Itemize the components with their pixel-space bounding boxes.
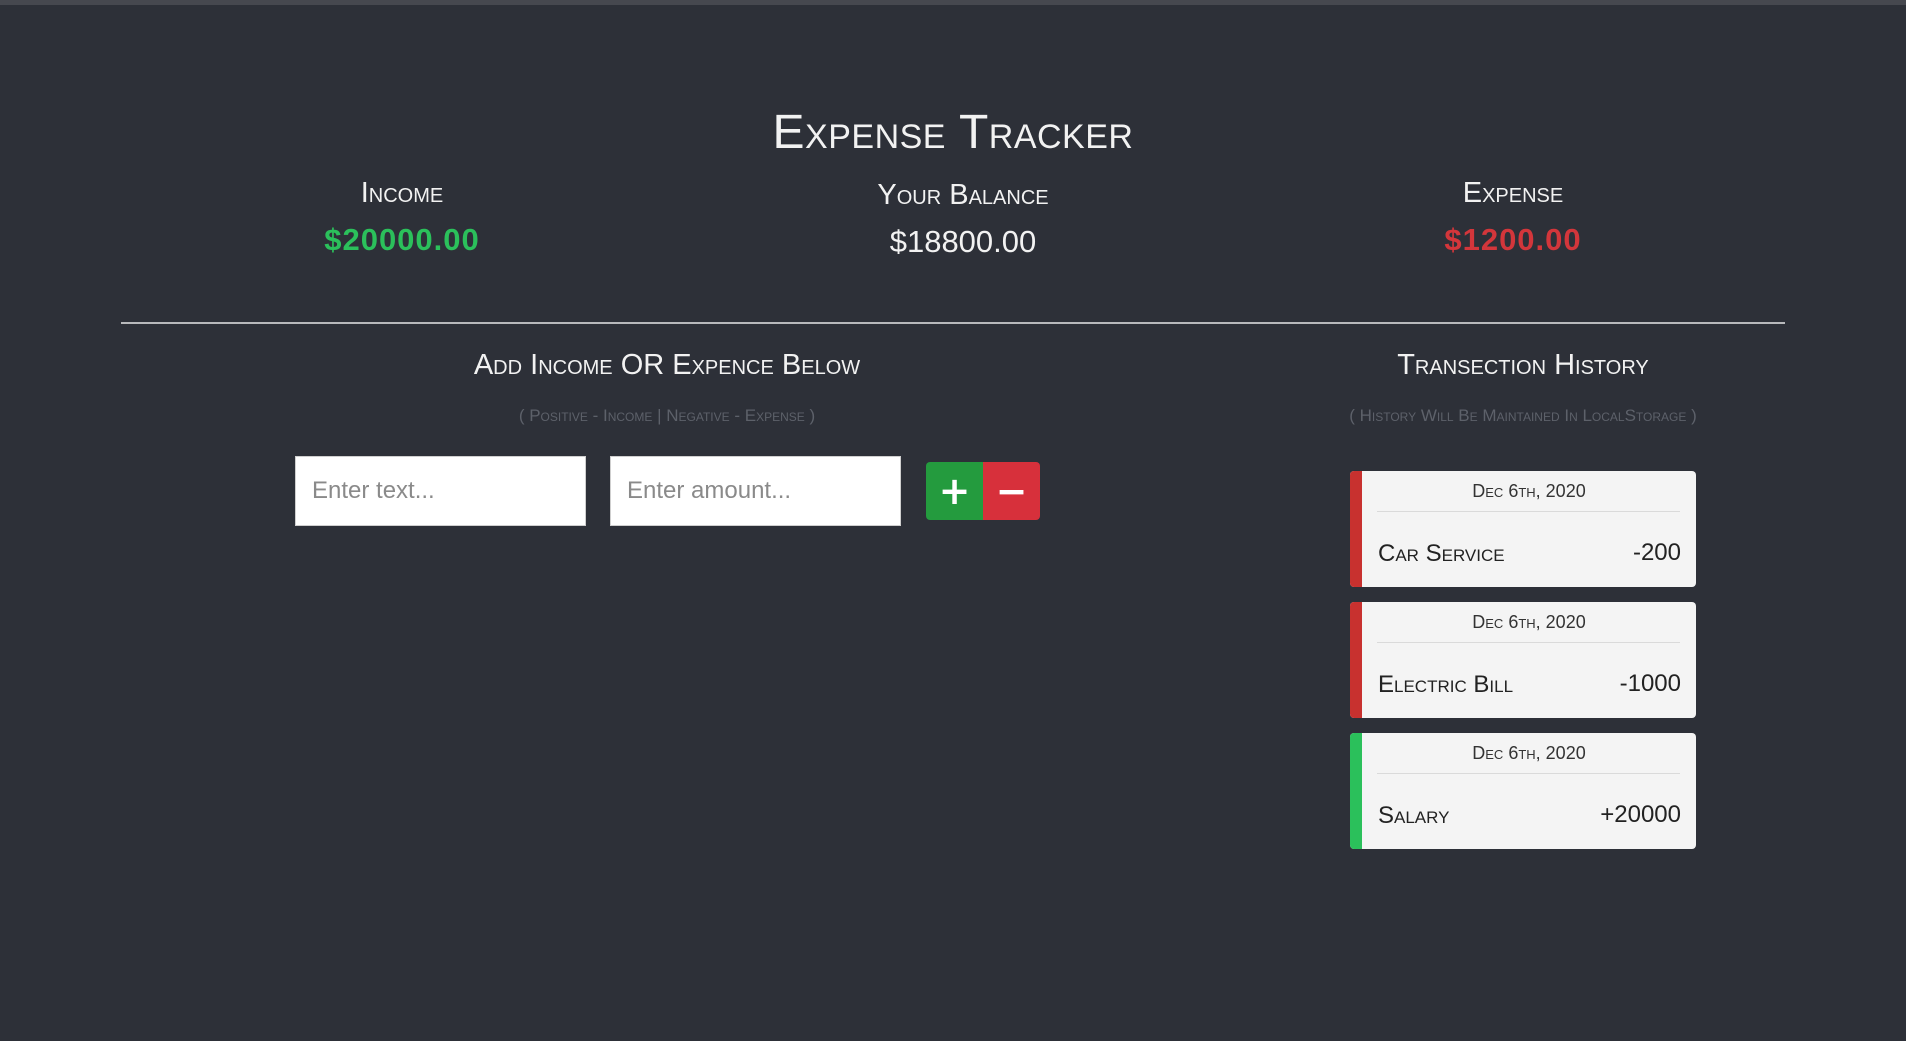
add-expense-button[interactable]: − bbox=[983, 462, 1040, 520]
balance-label: Your Balance bbox=[877, 179, 1049, 211]
transaction-amount: -1000 bbox=[1619, 670, 1681, 697]
transaction-date: Dec 6th, 2020 bbox=[1472, 481, 1586, 501]
transaction-amount: +20000 bbox=[1600, 801, 1681, 828]
window-top-edge bbox=[0, 0, 1906, 5]
expense-indicator bbox=[1350, 471, 1362, 587]
add-section-title: Add Income OR Expence Below bbox=[473, 349, 861, 381]
expense-amount: $1200.00 bbox=[1444, 222, 1582, 257]
transaction-date: Dec 6th, 2020 bbox=[1472, 743, 1586, 763]
balance-summary: Your Balance $18800.00 bbox=[763, 179, 1163, 260]
minus-icon: − bbox=[995, 469, 1028, 513]
transaction-item[interactable]: Dec 6th, 2020 Car Service -200 bbox=[1350, 471, 1696, 587]
transaction-date: Dec 6th, 2020 bbox=[1472, 612, 1586, 632]
transaction-list: Dec 6th, 2020 Car Service -200 Dec 6th, … bbox=[1350, 471, 1696, 864]
history-section-title: Transection History bbox=[1397, 349, 1649, 381]
balance-amount: $18800.00 bbox=[889, 224, 1037, 259]
income-amount: $20000.00 bbox=[324, 222, 480, 257]
income-summary: Income $20000.00 bbox=[202, 177, 602, 258]
add-section-subtitle: ( Positive - Income | Negative - Expense… bbox=[518, 406, 816, 425]
transaction-name: Car Service bbox=[1378, 540, 1505, 567]
transaction-divider bbox=[1377, 642, 1680, 643]
transaction-item[interactable]: Dec 6th, 2020 Electric Bill -1000 bbox=[1350, 602, 1696, 718]
transaction-item[interactable]: Dec 6th, 2020 Salary +20000 bbox=[1350, 733, 1696, 849]
page-title: Expense Tracker bbox=[772, 106, 1134, 159]
expense-tracker-page: Expense Tracker Income $20000.00 Your Ba… bbox=[0, 0, 1906, 1041]
expense-indicator bbox=[1350, 602, 1362, 718]
expense-label: Expense bbox=[1462, 177, 1564, 209]
plus-icon: + bbox=[938, 469, 971, 513]
transaction-name: Salary bbox=[1378, 802, 1450, 829]
transaction-divider bbox=[1377, 511, 1680, 512]
add-income-button[interactable]: + bbox=[926, 462, 983, 520]
transaction-divider bbox=[1377, 773, 1680, 774]
income-label: Income bbox=[360, 177, 444, 209]
history-section-subtitle: ( History Will Be Maintained In LocalSto… bbox=[1349, 406, 1697, 425]
section-divider bbox=[121, 322, 1785, 324]
transaction-amount-input[interactable] bbox=[610, 456, 901, 526]
income-indicator bbox=[1350, 733, 1362, 849]
transaction-text-input[interactable] bbox=[295, 456, 586, 526]
transaction-amount: -200 bbox=[1632, 539, 1681, 566]
transaction-name: Electric Bill bbox=[1378, 671, 1514, 698]
expense-summary: Expense $1200.00 bbox=[1313, 177, 1713, 258]
